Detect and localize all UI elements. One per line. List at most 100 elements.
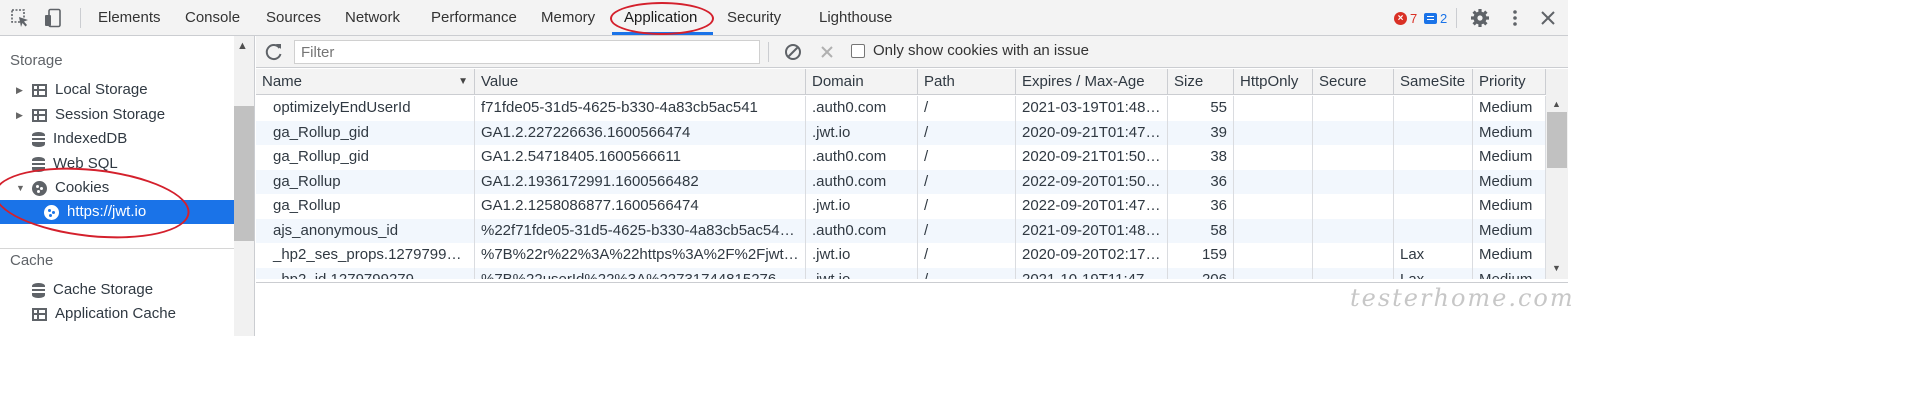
cell-path: /: [918, 169, 1016, 194]
device-toolbar-icon[interactable]: [43, 8, 63, 28]
cell-secure: [1313, 145, 1394, 170]
tab-performance[interactable]: Performance: [431, 0, 517, 36]
toolbar-divider: [1456, 8, 1457, 28]
tab-elements[interactable]: Elements: [98, 0, 161, 36]
cell-name: ga_Rollup: [256, 194, 475, 219]
column-header-size[interactable]: Size: [1168, 69, 1234, 95]
tab-memory[interactable]: Memory: [541, 0, 595, 36]
table-icon: [32, 83, 47, 97]
table-row[interactable]: optimizelyEndUserId f71fde05-31d5-4625-b3…: [256, 96, 1546, 121]
cell-httponly: [1234, 194, 1313, 219]
cell-domain: .jwt.io: [806, 120, 918, 145]
cell-size: 159: [1168, 243, 1234, 268]
cell-samesite: [1394, 218, 1473, 243]
cell-name: optimizelyEndUserId: [256, 96, 475, 121]
sidebar-item-label: Application Cache: [55, 305, 176, 322]
sidebar-scrollbar-thumb[interactable]: [234, 106, 254, 241]
column-header-domain[interactable]: Domain: [806, 69, 918, 95]
database-icon: [32, 282, 45, 298]
cell-expires: 2020-09-21T01:47:5...: [1016, 120, 1168, 145]
column-header-samesite[interactable]: SameSite: [1394, 69, 1473, 95]
table-row[interactable]: _hp2_id.1279799279 %7B%22userId%22%3A%227…: [256, 267, 1546, 279]
scroll-down-arrow-icon[interactable]: ▼: [1552, 263, 1561, 273]
expand-arrow-icon[interactable]: ▶: [16, 78, 26, 102]
expand-arrow-icon[interactable]: ▶: [16, 103, 26, 127]
column-header-path[interactable]: Path: [918, 69, 1016, 95]
sidebar-item-indexeddb[interactable]: IndexedDB: [32, 127, 127, 151]
table-icon: [32, 307, 47, 321]
tab-security[interactable]: Security: [727, 0, 781, 36]
column-header-secure[interactable]: Secure: [1313, 69, 1394, 95]
table-row[interactable]: ga_Rollup GA1.2.1936172991.1600566482 .aut…: [256, 169, 1546, 194]
cell-value: f71fde05-31d5-4625-b330-4a83cb5ac541: [475, 96, 806, 121]
cell-name: ga_Rollup_gid: [256, 145, 475, 170]
cell-secure: [1313, 194, 1394, 219]
cell-name: ga_Rollup_gid: [256, 120, 475, 145]
inspect-element-icon[interactable]: [10, 8, 30, 28]
sidebar-item-cache-storage[interactable]: Cache Storage: [32, 278, 153, 302]
refresh-icon[interactable]: [264, 42, 284, 62]
sidebar-item-session-storage[interactable]: ▶ Session Storage: [16, 103, 165, 127]
delete-selected-icon[interactable]: [817, 42, 837, 62]
cell-httponly: [1234, 120, 1313, 145]
cell-path: /: [918, 96, 1016, 121]
close-devtools-icon[interactable]: [1538, 8, 1558, 28]
scroll-up-arrow-icon[interactable]: ▲: [1552, 99, 1561, 109]
sidebar-item-label: Local Storage: [55, 81, 148, 98]
error-count: 7: [1410, 10, 1418, 26]
table-row[interactable]: ga_Rollup_gid GA1.2.227226636.1600566474.…: [256, 120, 1546, 145]
column-header-expires[interactable]: Expires / Max-Age: [1016, 69, 1168, 95]
column-header-priority[interactable]: Priority: [1473, 69, 1546, 95]
scroll-up-arrow-icon[interactable]: ▲: [237, 40, 248, 52]
cell-path: /: [918, 218, 1016, 243]
cookie-filter-bar: Only show cookies with an issue: [256, 36, 1568, 68]
more-options-icon[interactable]: [1505, 8, 1525, 28]
cell-domain: .auth0.com: [806, 218, 918, 243]
column-header-value[interactable]: Value: [475, 69, 806, 95]
error-badge[interactable]: × 7: [1394, 10, 1417, 26]
devtools-toolbar: Elements Console Sources Network Perform…: [0, 0, 1568, 36]
cell-path: /: [918, 243, 1016, 268]
tab-console[interactable]: Console: [185, 0, 240, 36]
cell-expires: 2022-09-20T01:50:1...: [1016, 169, 1168, 194]
settings-gear-icon[interactable]: [1470, 8, 1490, 28]
sort-descending-icon: ▼: [458, 76, 468, 87]
tab-lighthouse[interactable]: Lighthouse: [819, 0, 892, 36]
cell-size: 55: [1168, 96, 1234, 121]
message-icon: [1424, 12, 1437, 24]
cell-priority: Medium: [1473, 267, 1546, 279]
sidebar-item-label: Cache Storage: [53, 281, 154, 298]
tab-network[interactable]: Network: [345, 0, 400, 36]
cell-value: GA1.2.227226636.1600566474: [475, 120, 806, 145]
table-row[interactable]: ga_Rollup_gid GA1.2.54718405.1600566611 .a…: [256, 145, 1546, 170]
column-header-name[interactable]: Name ▼: [256, 69, 475, 95]
toolbar-divider: [80, 8, 81, 28]
cell-path: /: [918, 194, 1016, 219]
cell-samesite: Lax: [1394, 267, 1473, 279]
only-issues-checkbox[interactable]: [851, 44, 865, 58]
cell-httponly: [1234, 243, 1313, 268]
cell-domain: .auth0.com: [806, 96, 918, 121]
column-header-httponly[interactable]: HttpOnly: [1234, 69, 1313, 95]
cell-value: GA1.2.54718405.1600566611: [475, 145, 806, 170]
table-row[interactable]: ga_Rollup GA1.2.1258086877.1600566474 .jwt…: [256, 194, 1546, 219]
cell-expires: 2022-09-20T01:47:5...: [1016, 194, 1168, 219]
table-row[interactable]: ajs_anonymous_id %22f71fde05-31d5-4625-b3…: [256, 218, 1546, 243]
table-row[interactable]: _hp2_ses_props.1279799279 %7B%22r%22%3A%2…: [256, 243, 1546, 268]
cell-priority: Medium: [1473, 169, 1546, 194]
tab-sources[interactable]: Sources: [266, 0, 321, 36]
cell-samesite: [1394, 194, 1473, 219]
table-scrollbar-thumb[interactable]: [1547, 112, 1567, 168]
error-icon: ×: [1394, 11, 1407, 25]
cell-samesite: Lax: [1394, 243, 1473, 268]
cell-httponly: [1234, 169, 1313, 194]
cell-domain: .jwt.io: [806, 267, 918, 279]
sidebar-item-local-storage[interactable]: ▶ Local Storage: [16, 78, 148, 102]
sidebar-item-application-cache[interactable]: Application Cache: [32, 302, 176, 326]
cell-expires: 2020-09-21T01:50:1...: [1016, 145, 1168, 170]
clear-all-icon[interactable]: [783, 42, 803, 62]
message-badge[interactable]: 2: [1424, 10, 1447, 26]
application-sidebar: Storage ▶ Local Storage ▶ Session Storag…: [0, 36, 255, 336]
cell-httponly: [1234, 145, 1313, 170]
filter-input[interactable]: [294, 40, 760, 64]
